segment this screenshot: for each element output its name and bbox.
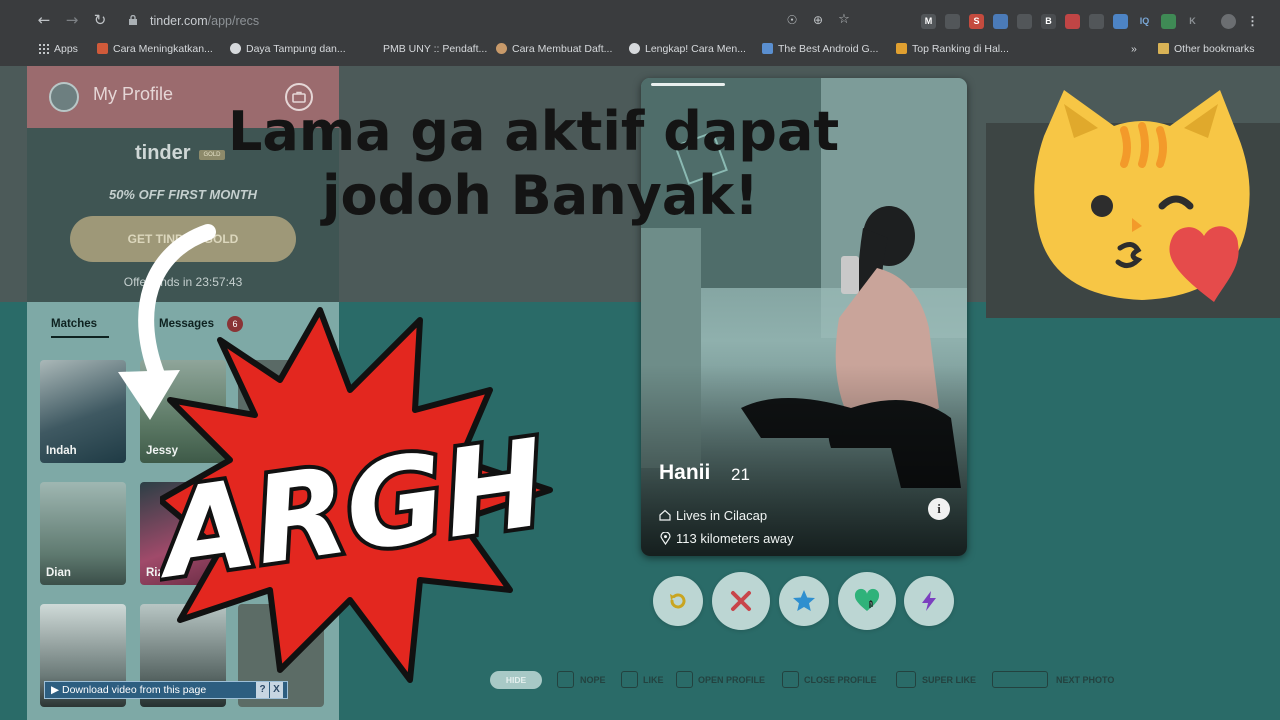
star-icon[interactable]: ☆ — [834, 10, 854, 30]
avatar[interactable] — [49, 82, 79, 112]
bookmark-item[interactable]: Top Ranking di Hal... — [896, 40, 1009, 58]
ext-cloud-icon[interactable] — [945, 13, 960, 29]
folder-icon — [1158, 43, 1169, 54]
favicon-icon — [762, 43, 773, 54]
ext-puzzle-icon[interactable] — [1161, 13, 1176, 29]
bookmark-item[interactable]: Cara Meningkatkan... — [97, 40, 213, 58]
rewind-icon — [670, 593, 686, 609]
globe-icon — [629, 43, 640, 54]
star-icon — [793, 590, 815, 611]
address-row: ← → ↻ tinder.com/app/recs ☉ ⊕ ☆ M S B IQ… — [0, 8, 1280, 34]
bookmark-other[interactable]: Other bookmarks — [1158, 40, 1255, 58]
lock-icon — [129, 15, 137, 25]
add-icon[interactable]: ⊕ — [808, 10, 828, 30]
globe-icon — [230, 43, 241, 54]
ext-k-icon[interactable]: K — [1185, 14, 1200, 29]
boost-button[interactable] — [904, 576, 954, 626]
bookmarks-bar: Apps Cara Meningkatkan... Daya Tampung d… — [0, 40, 1280, 58]
bookmark-item[interactable]: PMB UNY :: Pendaft... — [383, 40, 487, 58]
ext-arrow-icon[interactable] — [1065, 13, 1080, 29]
info-icon[interactable]: i — [928, 498, 950, 520]
match-name: Dian — [46, 567, 71, 579]
bookmark-item[interactable]: Cara Membuat Daft... — [496, 40, 612, 58]
browser-chrome: ← → ↻ tinder.com/app/recs ☉ ⊕ ☆ M S B IQ… — [0, 0, 1280, 66]
tinder-logo: tinder — [135, 142, 191, 164]
rewind-button[interactable] — [653, 576, 703, 626]
ext-s-icon[interactable]: S — [969, 13, 984, 29]
headline-line-2: jodoh Banyak! — [322, 164, 759, 227]
profile-distance: 113 kilometers away — [676, 531, 794, 546]
favicon-icon — [97, 43, 108, 54]
favicon-icon — [896, 43, 907, 54]
home-icon — [659, 509, 671, 521]
reload-icon[interactable]: ↻ — [90, 10, 110, 30]
shortcut-super-like: SUPER LIKE — [922, 675, 977, 685]
ext-b-icon[interactable]: B — [1041, 13, 1056, 29]
bookmark-item[interactable]: Lengkap! Cara Men... — [629, 40, 746, 58]
shortcut-open-profile: OPEN PROFILE — [698, 675, 766, 685]
match-name: Indah — [46, 445, 77, 457]
profile-location: Lives in Cilacap — [676, 508, 768, 523]
lightning-icon — [922, 591, 936, 611]
download-close-button[interactable]: X — [270, 682, 283, 698]
ext-q-icon[interactable] — [1113, 13, 1128, 29]
ext-camera-icon[interactable] — [1089, 13, 1104, 29]
super-like-button[interactable] — [779, 576, 829, 626]
profile-age: 21 — [731, 465, 750, 484]
favicon-icon — [496, 43, 507, 54]
menu-dots-icon[interactable]: ⋮ — [1245, 14, 1260, 29]
bookmark-item[interactable]: The Best Android G... — [762, 40, 878, 58]
close-icon — [731, 591, 751, 611]
my-profile-label[interactable]: My Profile — [93, 84, 173, 105]
shortcut-close-profile: CLOSE PROFILE — [804, 675, 877, 685]
heart-icon — [854, 588, 880, 611]
space-key-icon — [992, 671, 1048, 688]
download-help-button[interactable]: ? — [256, 682, 269, 698]
headline-line-1: Lama ga aktif dapat — [228, 100, 840, 163]
ext-pin-icon[interactable] — [993, 13, 1008, 29]
ext-iq-icon[interactable]: IQ — [1137, 14, 1152, 29]
download-text: Download video from this page — [62, 684, 207, 696]
target-icon[interactable]: ☉ — [782, 10, 802, 30]
bookmarks-overflow[interactable]: » — [1131, 40, 1137, 58]
match-card-dian[interactable]: Dian — [40, 482, 126, 585]
argh-sticker: ARGH — [160, 307, 557, 683]
nope-button[interactable] — [712, 572, 770, 630]
shortcut-like: LIKE — [643, 675, 664, 685]
location-pin-icon — [660, 532, 671, 545]
bookmark-apps[interactable]: Apps — [38, 40, 78, 58]
arrow-down-key-icon — [782, 671, 799, 688]
shortcut-nope: NOPE — [580, 675, 606, 685]
ext-globe-icon[interactable] — [1017, 13, 1032, 29]
download-video-bar[interactable]: ▶ Download video from this page — [44, 681, 288, 699]
back-icon[interactable]: ← — [34, 10, 54, 30]
profile-avatar-icon[interactable] — [1221, 13, 1236, 29]
like-button[interactable] — [838, 572, 896, 630]
shortcut-next-photo: NEXT PHOTO — [1056, 675, 1115, 685]
offer-text: 50% OFF FIRST MONTH — [108, 187, 258, 202]
apps-grid-icon — [38, 43, 49, 54]
ext-gmail-icon[interactable]: M — [921, 13, 936, 29]
arrow-right-key-icon — [621, 671, 638, 688]
enter-key-icon — [896, 671, 916, 688]
profile-name: Hanii — [659, 461, 711, 484]
url-host: tinder.com — [150, 14, 208, 28]
kissing-cat-icon — [1034, 90, 1250, 302]
photo-progress-indicator — [651, 83, 725, 86]
extensions-toolbar: M S B IQ K ⋮ — [921, 10, 1260, 32]
gold-tag: GOLD — [199, 150, 225, 160]
url-path: /app/recs — [207, 14, 260, 28]
bookmark-item[interactable]: Daya Tampung dan... — [230, 40, 346, 58]
forward-icon[interactable]: → — [62, 10, 82, 30]
url-bar[interactable]: tinder.com/app/recs — [150, 10, 259, 32]
arrow-up-key-icon — [676, 671, 693, 688]
